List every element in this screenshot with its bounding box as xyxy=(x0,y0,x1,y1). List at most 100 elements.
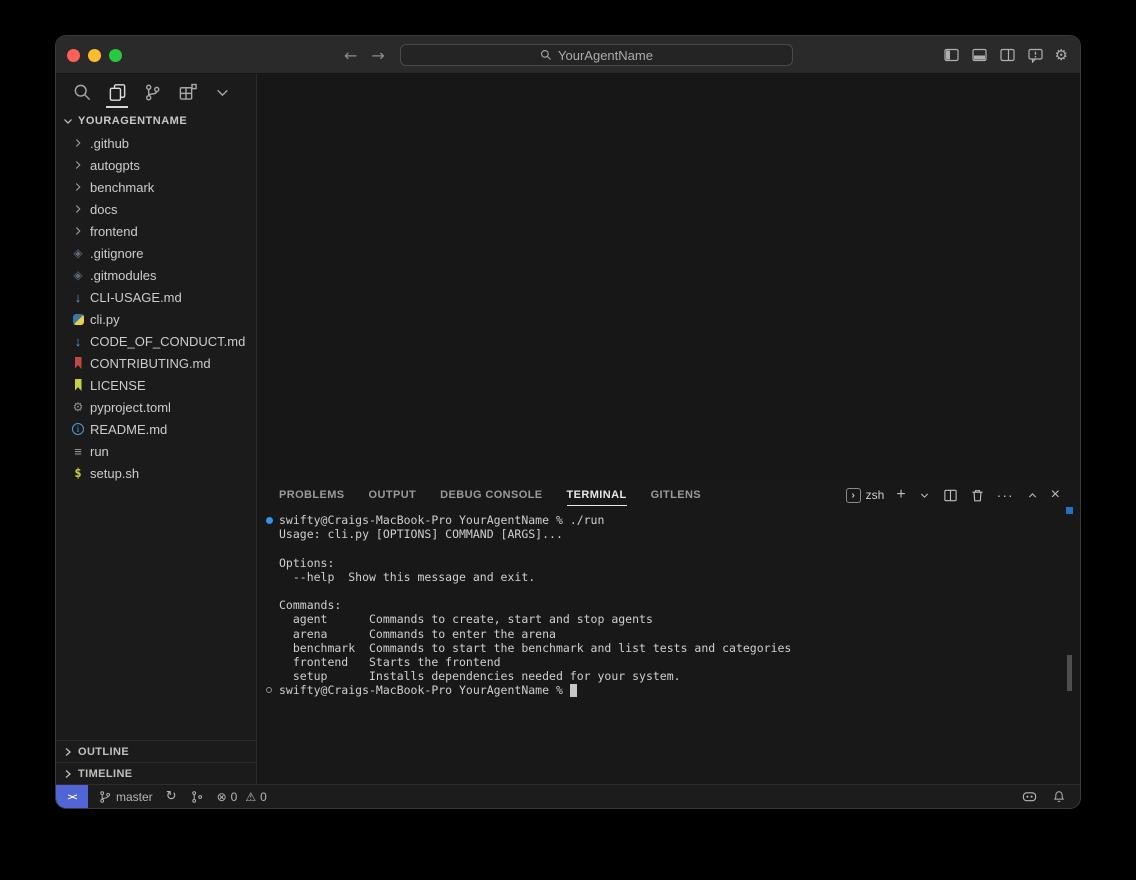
tree-root[interactable]: YOURAGENTNAME xyxy=(56,110,255,132)
markdown-icon: ↓ xyxy=(70,289,86,305)
chevron-right-icon xyxy=(70,179,86,195)
tree-item-label: benchmark xyxy=(90,180,154,195)
minimize-window-button[interactable] xyxy=(88,49,101,62)
close-panel-icon[interactable]: × xyxy=(1051,486,1060,504)
terminal-line: --help Show this message and exit. xyxy=(279,570,1080,584)
tab-output[interactable]: OUTPUT xyxy=(369,480,417,510)
editor-area[interactable] xyxy=(258,74,1080,480)
source-control-view-icon[interactable] xyxy=(141,78,163,108)
tree-item-github[interactable]: .github xyxy=(56,132,255,154)
file-explorer-tree: YOURAGENTNAME .github autogpts benchmark… xyxy=(56,110,255,738)
sidebar-sections: OUTLINE TIMELINE xyxy=(56,740,256,784)
timeline-label: TIMELINE xyxy=(78,768,133,780)
tree-item-run[interactable]: ≡ run xyxy=(56,440,255,462)
views-more-icon[interactable] xyxy=(211,78,233,108)
shell-file-icon: $ xyxy=(70,465,86,481)
window-controls xyxy=(67,49,122,62)
ribbon-icon xyxy=(70,355,86,371)
terminal-line xyxy=(279,584,1080,598)
kill-terminal-icon[interactable] xyxy=(970,488,985,503)
gear-file-icon: ⚙ xyxy=(70,399,86,415)
tree-item-pyproject[interactable]: ⚙ pyproject.toml xyxy=(56,396,255,418)
chevron-right-icon xyxy=(70,157,86,173)
split-terminal-icon[interactable] xyxy=(943,488,958,503)
branch-name: master xyxy=(116,790,153,804)
python-icon xyxy=(70,311,86,327)
panel-tabs: PROBLEMS OUTPUT DEBUG CONSOLE TERMINAL G… xyxy=(258,480,701,510)
new-terminal-icon[interactable]: + xyxy=(896,486,905,504)
shell-selector[interactable]: › zsh xyxy=(846,488,885,503)
tree-item-gitmodules[interactable]: ◈ .gitmodules xyxy=(56,264,255,286)
back-icon[interactable]: ← xyxy=(344,46,357,65)
tab-gitlens[interactable]: GITLENS xyxy=(651,480,701,510)
timeline-section[interactable]: TIMELINE xyxy=(56,762,256,784)
close-window-button[interactable] xyxy=(67,49,80,62)
terminal-line: frontend Starts the frontend xyxy=(279,655,1080,669)
tree-item-contributing[interactable]: CONTRIBUTING.md xyxy=(56,352,255,374)
feedback-icon[interactable] xyxy=(1027,47,1044,63)
zoom-window-button[interactable] xyxy=(109,49,122,62)
command-decoration-icon[interactable] xyxy=(266,687,272,693)
tab-problems[interactable]: PROBLEMS xyxy=(279,480,345,510)
extensions-view-icon[interactable] xyxy=(176,78,198,108)
activity-bar xyxy=(56,74,256,110)
sidebar: YOURAGENTNAME .github autogpts benchmark… xyxy=(56,74,257,784)
terminal-prompt-line: swifty@Craigs-MacBook-Pro YourAgentName … xyxy=(279,683,1080,697)
terminal-cursor xyxy=(570,684,577,697)
tree-item-frontend[interactable]: frontend xyxy=(56,220,255,242)
chevron-right-icon xyxy=(60,766,76,782)
overview-ruler-mark xyxy=(1066,507,1073,514)
more-actions-icon[interactable]: ··· xyxy=(997,487,1014,503)
status-bar: >< master ↻ ⊗ 0 xyxy=(56,784,1080,808)
remote-indicator[interactable]: >< xyxy=(56,785,88,809)
notifications-bell-icon[interactable] xyxy=(1052,789,1066,804)
terminal-line: setup Installs dependencies needed for y… xyxy=(279,669,1080,683)
tree-item-code-of-conduct[interactable]: ↓ CODE_OF_CONDUCT.md xyxy=(56,330,255,352)
tree-item-label: cli.py xyxy=(90,312,120,327)
status-right xyxy=(1021,789,1080,804)
terminal-output[interactable]: swifty@Craigs-MacBook-Pro YourAgentName … xyxy=(258,510,1080,697)
search-view-icon[interactable] xyxy=(71,78,93,108)
forward-icon[interactable]: → xyxy=(371,46,384,65)
tree-item-readme[interactable]: i README.md xyxy=(56,418,255,440)
tree-item-label: run xyxy=(90,444,109,459)
tree-item-label: pyproject.toml xyxy=(90,400,171,415)
outline-section[interactable]: OUTLINE xyxy=(56,740,256,762)
shell-label: zsh xyxy=(866,488,885,502)
tree-item-setup-sh[interactable]: $ setup.sh xyxy=(56,462,255,484)
tab-terminal[interactable]: TERMINAL xyxy=(567,480,627,510)
toggle-secondary-sidebar-icon[interactable] xyxy=(999,47,1016,63)
tree-item-gitignore[interactable]: ◈ .gitignore xyxy=(56,242,255,264)
tree-item-license[interactable]: LICENSE xyxy=(56,374,255,396)
toggle-primary-sidebar-icon[interactable] xyxy=(943,47,960,63)
terminal-line: Options: xyxy=(279,556,1080,570)
git-branch-icon xyxy=(98,790,112,804)
tree-item-autogpts[interactable]: autogpts xyxy=(56,154,255,176)
command-center-search[interactable]: YourAgentName xyxy=(400,44,793,66)
git-graph-icon[interactable] xyxy=(190,790,204,804)
tab-debug-console[interactable]: DEBUG CONSOLE xyxy=(440,480,542,510)
toggle-panel-icon[interactable] xyxy=(971,47,988,63)
markdown-icon: ↓ xyxy=(70,333,86,349)
problems-indicator[interactable]: ⊗ 0 ⚠ 0 xyxy=(217,790,267,804)
tree-item-docs[interactable]: docs xyxy=(56,198,255,220)
copilot-icon[interactable] xyxy=(1021,789,1038,804)
tree-item-benchmark[interactable]: benchmark xyxy=(56,176,255,198)
terminal-scrollbar[interactable] xyxy=(1067,655,1072,691)
error-count: 0 xyxy=(231,790,238,804)
explorer-view-icon[interactable] xyxy=(106,78,128,108)
warning-icon: ⚠ xyxy=(245,790,256,804)
sync-icon[interactable]: ↻ xyxy=(166,789,177,804)
panel-actions: › zsh + xyxy=(846,486,1080,504)
terminal-dropdown-icon[interactable] xyxy=(918,489,931,502)
chevron-down-icon xyxy=(60,113,76,129)
settings-gear-icon[interactable]: ⚙ xyxy=(1055,48,1068,63)
chevron-right-icon xyxy=(70,223,86,239)
tree-item-cli-py[interactable]: cli.py xyxy=(56,308,255,330)
branch-indicator[interactable]: master xyxy=(98,790,153,804)
command-decoration-icon[interactable] xyxy=(266,517,273,524)
tree-item-cli-usage[interactable]: ↓ CLI-USAGE.md xyxy=(56,286,255,308)
warning-count: 0 xyxy=(260,790,267,804)
maximize-panel-icon[interactable] xyxy=(1026,489,1039,502)
terminal-line: Usage: cli.py [OPTIONS] COMMAND [ARGS]..… xyxy=(279,527,1080,541)
